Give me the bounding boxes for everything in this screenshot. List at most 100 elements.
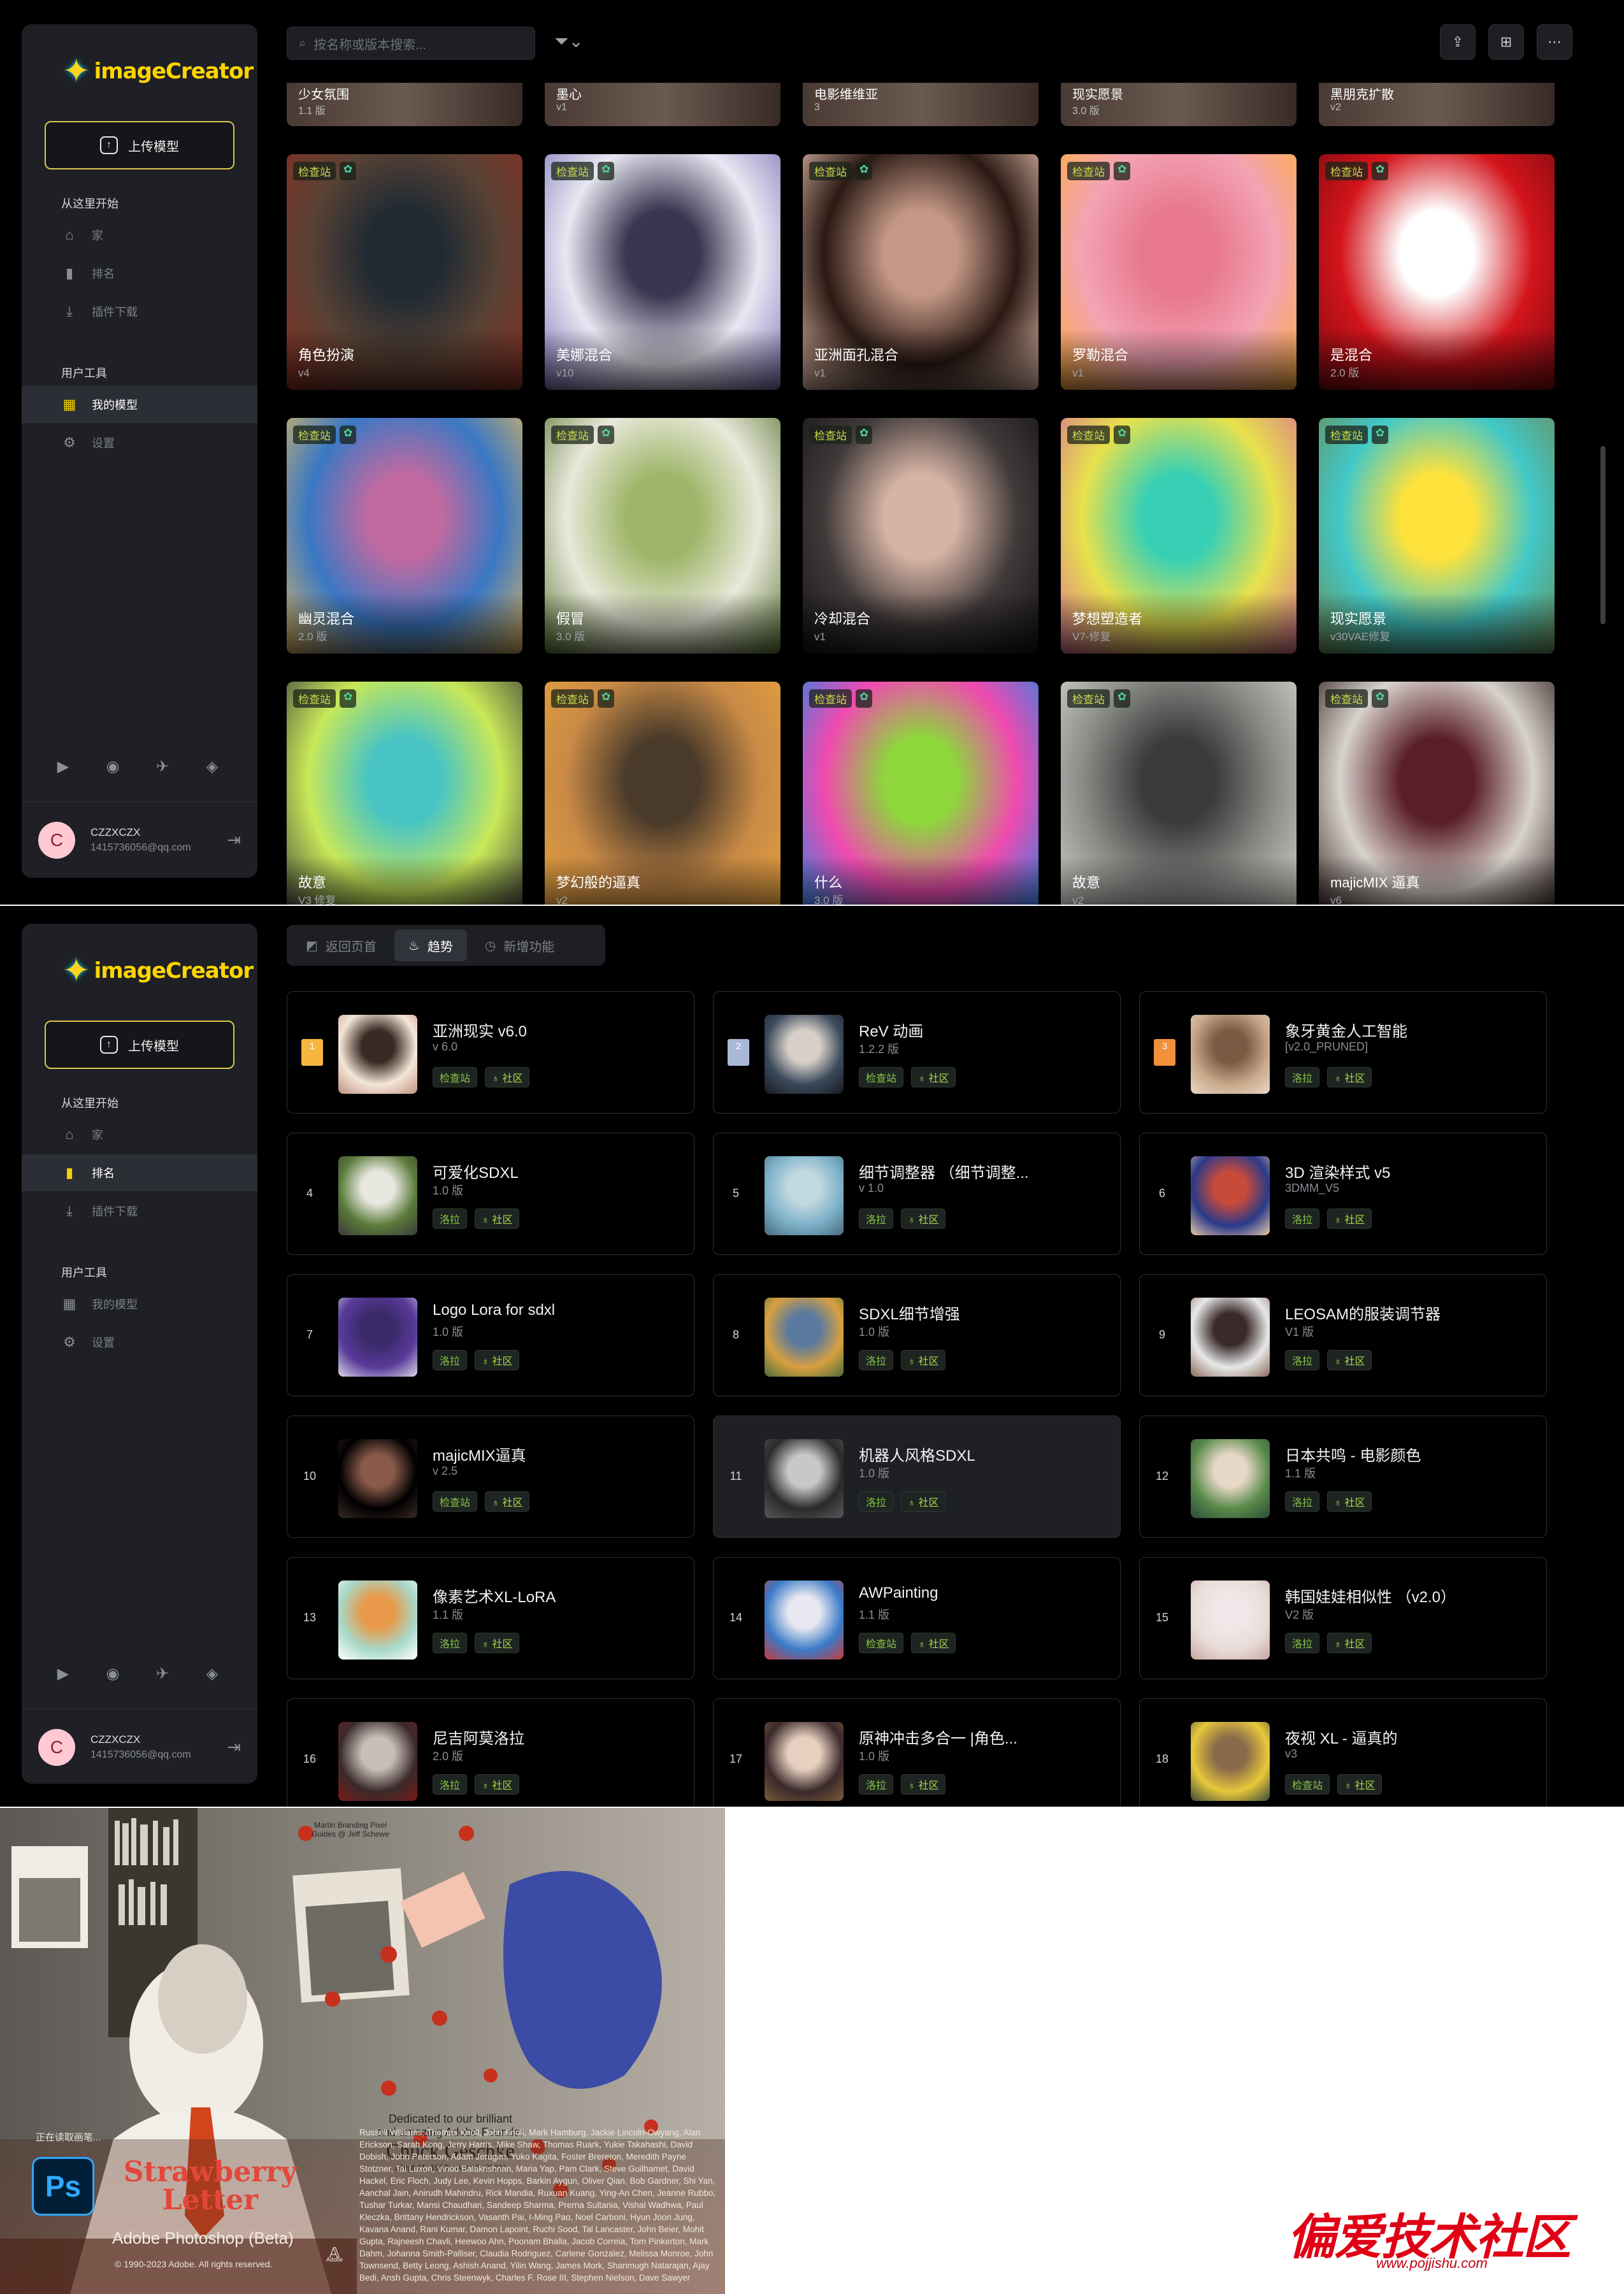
- model-card[interactable]: 检查站 ✿ 亚洲面孔混合 v1: [803, 154, 1038, 390]
- community-tag[interactable]: ♁ 社区: [901, 1491, 946, 1512]
- ranking-card[interactable]: 10 majicMIX逼真 v 2.5 检查站 ♁ 社区: [287, 1416, 694, 1538]
- model-card[interactable]: 检查站 ✿ 是混合 2.0 版: [1319, 154, 1555, 390]
- discord-icon[interactable]: ◉: [102, 1664, 124, 1683]
- community-tag[interactable]: ♁ 社区: [475, 1774, 520, 1795]
- community-tag[interactable]: ♁ 社区: [485, 1067, 530, 1087]
- youtube-icon[interactable]: ▶: [52, 757, 74, 776]
- tab-top[interactable]: ◩ 返回页首: [292, 929, 391, 961]
- export-button[interactable]: ⇪: [1440, 24, 1476, 60]
- twitter-icon[interactable]: ✈: [152, 757, 173, 776]
- ranking-card[interactable]: 1 亚洲现实 v6.0 v 6.0 检查站 ♁ 社区: [287, 991, 694, 1114]
- ranking-card[interactable]: 4 可爱化SDXL 1.0 版洛拉 ♁ 社区: [287, 1133, 694, 1255]
- type-tag[interactable]: 洛拉: [433, 1350, 468, 1370]
- model-card[interactable]: 检查站 ✿ 假冒 3.0 版: [545, 418, 780, 654]
- model-card-partial[interactable]: 现实愿景 3.0 版: [1061, 83, 1297, 126]
- model-card-partial[interactable]: 电影维维亚 3: [803, 83, 1038, 126]
- scrollbar[interactable]: [1600, 446, 1606, 624]
- ranking-card[interactable]: 12 日本共鸣 - 电影颜色 1.1 版洛拉 ♁ 社区: [1139, 1416, 1547, 1538]
- type-tag[interactable]: 洛拉: [859, 1350, 894, 1370]
- ranking-card[interactable]: 15 韩国娃娃相似性 （v2.0） V2 版洛拉 ♁ 社区: [1139, 1557, 1547, 1679]
- type-tag[interactable]: 洛拉: [433, 1633, 468, 1653]
- type-tag[interactable]: 洛拉: [859, 1491, 894, 1512]
- community-tag[interactable]: ♁ 社区: [1327, 1633, 1372, 1653]
- ranking-card[interactable]: 3 象牙黄金人工智能 [v2.0_PRUNED] 洛拉 ♁ 社区: [1139, 991, 1547, 1114]
- upload-model-button[interactable]: ↑ 上传模型: [45, 1021, 234, 1069]
- type-tag[interactable]: 洛拉: [859, 1208, 894, 1229]
- community-tag[interactable]: ♁ 社区: [901, 1774, 946, 1795]
- youtube-icon[interactable]: ▶: [52, 1664, 74, 1683]
- sidebar-item-home[interactable]: ⌂ 家: [22, 217, 257, 254]
- type-tag[interactable]: 洛拉: [1285, 1067, 1320, 1087]
- ranking-card[interactable]: 11 机器人风格SDXL 1.0 版洛拉 ♁ 社区: [713, 1416, 1121, 1538]
- community-tag[interactable]: ♁ 社区: [475, 1633, 520, 1653]
- app-logo[interactable]: ✦ imageCreator: [62, 55, 254, 88]
- model-card[interactable]: 检查站 ✿ 什么 3.0 版: [803, 682, 1038, 905]
- model-card[interactable]: 检查站 ✿ 梦想塑造者 V7-修复: [1061, 418, 1297, 654]
- ranking-card[interactable]: 2 ReV 动画 1.2.2 版检查站 ♁ 社区: [713, 991, 1121, 1114]
- model-card-partial[interactable]: 黑朋克扩散 v2: [1319, 83, 1555, 126]
- layers-icon[interactable]: ◈: [201, 757, 223, 776]
- layers-icon[interactable]: ◈: [201, 1664, 223, 1683]
- ranking-card[interactable]: 14 AWPainting 1.1 版检查站 ♁ 社区: [713, 1557, 1121, 1679]
- model-card[interactable]: 检查站 ✿ 故意 v2: [1061, 682, 1297, 905]
- tab-new[interactable]: ◷ 新增功能: [471, 929, 568, 961]
- sidebar-item-settings[interactable]: ⚙ 设置: [22, 424, 257, 461]
- type-tag[interactable]: 洛拉: [1285, 1633, 1320, 1653]
- sidebar-item-settings[interactable]: ⚙ 设置: [22, 1324, 257, 1361]
- ranking-card[interactable]: 9 LEOSAM的服装调节器 V1 版洛拉 ♁ 社区: [1139, 1274, 1547, 1396]
- avatar[interactable]: C: [38, 821, 75, 859]
- ranking-card[interactable]: 6 3D 渲染样式 v5 3DMM_V5 洛拉 ♁ 社区: [1139, 1133, 1547, 1255]
- sidebar-item-home[interactable]: ⌂ 家: [22, 1116, 257, 1153]
- model-card[interactable]: 检查站 ✿ 梦幻般的逼真 v2: [545, 682, 780, 905]
- upload-model-button[interactable]: ↑ 上传模型: [45, 121, 234, 169]
- type-tag[interactable]: 洛拉: [1285, 1208, 1320, 1229]
- type-tag[interactable]: 检查站: [1285, 1774, 1330, 1795]
- model-card[interactable]: 检查站 ✿ majicMIX 逼真 v6: [1319, 682, 1555, 905]
- sidebar-item-plugin-download[interactable]: ⤓ 插件下载: [22, 1193, 257, 1229]
- sidebar-item-my-models[interactable]: ▦ 我的模型: [22, 1286, 257, 1323]
- ranking-card[interactable]: 13 像素艺术XL-LoRA 1.1 版洛拉 ♁ 社区: [287, 1557, 694, 1679]
- app-logo[interactable]: ✦ imageCreator: [62, 954, 254, 987]
- twitter-icon[interactable]: ✈: [152, 1664, 173, 1683]
- community-tag[interactable]: ♁ 社区: [1327, 1350, 1372, 1370]
- model-card[interactable]: 检查站 ✿ 故意 V3 修复: [287, 682, 522, 905]
- discord-icon[interactable]: ◉: [102, 757, 124, 776]
- type-tag[interactable]: 检查站: [859, 1067, 904, 1087]
- community-tag[interactable]: ♁ 社区: [1327, 1208, 1372, 1229]
- ranking-card[interactable]: 17 原神冲击多合一 |角色... 1.0 版洛拉 ♁ 社区: [713, 1698, 1121, 1807]
- ranking-card[interactable]: 16 尼吉阿莫洛拉 2.0 版洛拉 ♁ 社区: [287, 1698, 694, 1807]
- model-card[interactable]: 检查站 ✿ 美娜混合 v10: [545, 154, 780, 390]
- model-card[interactable]: 检查站 ✿ 现实愿景 v30VAE修复: [1319, 418, 1555, 654]
- model-card[interactable]: 检查站 ✿ 幽灵混合 2.0 版: [287, 418, 522, 654]
- type-tag[interactable]: 洛拉: [433, 1774, 468, 1795]
- sidebar-item-plugin-download[interactable]: ⤓ 插件下载: [22, 293, 257, 330]
- model-card[interactable]: 检查站 ✿ 冷却混合 v1: [803, 418, 1038, 654]
- type-tag[interactable]: 洛拉: [1285, 1491, 1320, 1512]
- search-input[interactable]: ⌕ 按名称或版本搜索...: [287, 27, 535, 60]
- tab-trending[interactable]: ♨ 趋势: [394, 929, 467, 961]
- type-tag[interactable]: 检查站: [433, 1491, 478, 1512]
- more-button[interactable]: ⋯: [1537, 24, 1572, 60]
- model-card[interactable]: 检查站 ✿ 罗勒混合 v1: [1061, 154, 1297, 390]
- model-card-partial[interactable]: 墨心 v1: [545, 83, 780, 126]
- community-tag[interactable]: ♁ 社区: [911, 1067, 956, 1087]
- type-tag[interactable]: 检查站: [433, 1067, 478, 1087]
- model-card[interactable]: 检查站 ✿ 角色扮演 v4: [287, 154, 522, 390]
- filter-icon[interactable]: ⏷⌄: [554, 31, 584, 52]
- type-tag[interactable]: 洛拉: [1285, 1350, 1320, 1370]
- ranking-card[interactable]: 5 细节调整器 （细节调整... v 1.0 洛拉 ♁ 社区: [713, 1133, 1121, 1255]
- avatar[interactable]: C: [38, 1728, 75, 1766]
- type-tag[interactable]: 洛拉: [859, 1774, 894, 1795]
- type-tag[interactable]: 洛拉: [433, 1208, 468, 1229]
- community-tag[interactable]: ♁ 社区: [1327, 1491, 1372, 1512]
- sidebar-item-ranking[interactable]: ▮ 排名: [22, 1154, 257, 1191]
- ranking-card[interactable]: 7 Logo Lora for sdxl 1.0 版洛拉 ♁ 社区: [287, 1274, 694, 1396]
- logout-icon[interactable]: ⇥: [227, 1737, 241, 1757]
- sidebar-item-ranking[interactable]: ▮ 排名: [22, 255, 257, 292]
- ranking-card[interactable]: 8 SDXL细节增强 1.0 版洛拉 ♁ 社区: [713, 1274, 1121, 1396]
- community-tag[interactable]: ♁ 社区: [475, 1208, 520, 1229]
- type-tag[interactable]: 检查站: [859, 1633, 904, 1653]
- model-card-partial[interactable]: 少女氛围 1.1 版: [287, 83, 522, 126]
- sidebar-item-my-models[interactable]: ▦ 我的模型: [22, 386, 257, 423]
- community-tag[interactable]: ♁ 社区: [901, 1350, 946, 1370]
